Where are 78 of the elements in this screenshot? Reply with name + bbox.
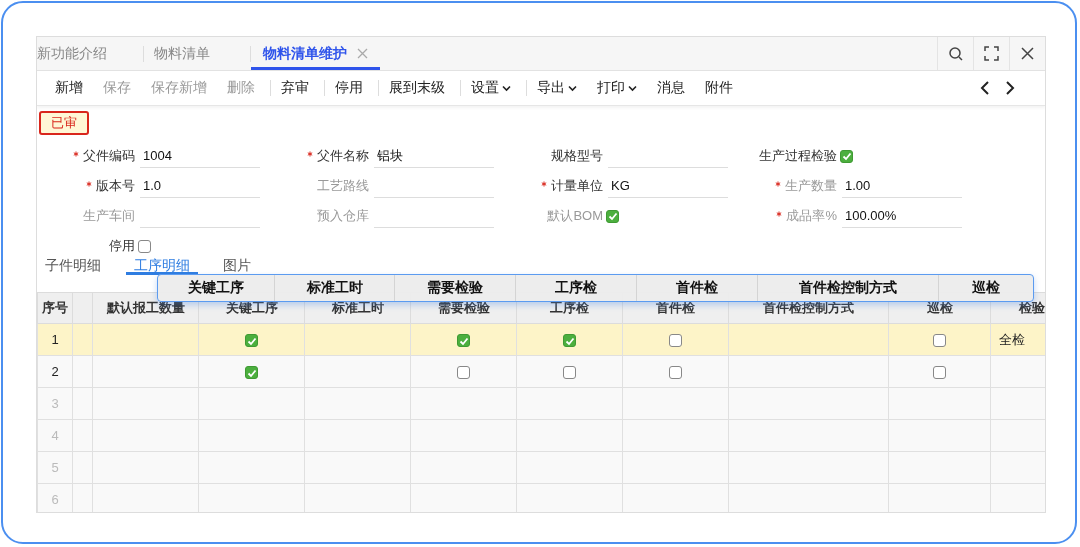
checkbox[interactable] [563, 334, 576, 348]
toolbar-button[interactable]: 消息 [647, 73, 695, 103]
checkbox[interactable] [933, 334, 946, 348]
field-label: 工艺路线 [317, 177, 369, 195]
column-header: 需要检验 [437, 300, 490, 315]
column-header: 序号 [42, 300, 68, 315]
toolbar-button[interactable]: 停用 [325, 73, 379, 103]
column-header: 首件检控制方式 [763, 300, 854, 315]
checkbox[interactable] [138, 239, 151, 253]
field-label: 生产数量 [785, 177, 837, 195]
chevron-right-icon[interactable] [1004, 80, 1015, 96]
field-label: 成品率% [786, 207, 837, 225]
checkbox[interactable] [669, 366, 682, 380]
column-header: 首件检控制方式 [758, 275, 939, 301]
checkbox[interactable] [563, 366, 576, 380]
column-header: 巡检 [971, 278, 1001, 297]
field-label: 预入仓库 [317, 207, 369, 225]
field-label: 生产过程检验 [759, 147, 837, 165]
column-header: 工序检 [550, 300, 589, 315]
detail-tab[interactable]: 工序明细 [126, 252, 198, 275]
field-label: 计量单位 [551, 177, 603, 195]
toolbar-button[interactable]: 打印 [587, 73, 647, 103]
field-label: 生产车间 [83, 207, 135, 225]
toolbar-button[interactable]: 附件 [695, 73, 743, 103]
input-field[interactable]: KG [608, 174, 728, 198]
row-number: 6 [51, 492, 59, 507]
input-field[interactable]: 1004 [140, 144, 260, 168]
column-header: 标准工时 [275, 275, 395, 301]
input-field[interactable]: 1.0 [140, 174, 260, 198]
checkbox[interactable] [840, 149, 853, 163]
column-header: 默认报工数量 [106, 300, 185, 315]
column-header: 首件检 [637, 275, 758, 301]
column-header: 工序检 [516, 275, 637, 301]
input-field[interactable]: 铝块 [374, 144, 494, 168]
chevron-down-icon [502, 84, 511, 92]
selected-row[interactable]: 1 全检 [37, 323, 1045, 356]
column-header: 巡检 [926, 300, 953, 315]
chevron-down-icon [628, 84, 637, 92]
column-header: 检验 [1019, 300, 1045, 315]
row-number: 3 [51, 396, 59, 411]
detail-tab[interactable]: 子件明细 [45, 252, 101, 275]
toolbar-button[interactable]: 设置 [461, 73, 527, 103]
checkbox[interactable] [245, 366, 258, 380]
checkbox[interactable] [457, 366, 470, 380]
checkbox[interactable] [669, 334, 682, 348]
column-header: 首件检 [656, 300, 695, 315]
field-label: 父件编码 [83, 147, 135, 165]
chevron-down-icon [568, 84, 577, 92]
detail-tab[interactable]: 图片 [223, 252, 251, 275]
column-drag-tooltip[interactable]: 关键工序 标准工时 需要检验 工序检 首件检 首件检控制方式 巡检 [157, 274, 1034, 302]
status-badge: 已审 [39, 111, 89, 135]
field-label: 父件名称 [317, 147, 369, 165]
field-label: 规格型号 [551, 147, 603, 165]
checkbox[interactable] [457, 334, 470, 348]
checkbox[interactable] [933, 366, 946, 380]
checkbox[interactable] [245, 334, 258, 348]
column-header: 需要检验 [395, 275, 516, 301]
row-number: 2 [51, 364, 59, 379]
toolbar-button[interactable]: 导出 [527, 73, 587, 103]
table-cell: 全检 [999, 331, 1025, 347]
toolbar-button[interactable]: 弃审 [271, 73, 325, 103]
column-header: 关键工序 [158, 275, 275, 301]
chevron-left-icon[interactable] [979, 80, 990, 96]
field-label: 停用 [109, 237, 135, 255]
column-header: 关键工序 [225, 300, 278, 315]
row-number: 1 [51, 332, 59, 347]
row-number: 5 [51, 460, 59, 475]
close-icon[interactable] [1020, 46, 1035, 61]
field-label: 版本号 [96, 177, 135, 195]
toolbar-button[interactable]: 展到末级 [379, 73, 461, 103]
field-label: 默认BOM [547, 207, 603, 225]
column-header: 标准工时 [331, 300, 384, 315]
search-icon[interactable] [948, 46, 963, 61]
window-tab[interactable]: 物料清单维护 [251, 37, 380, 70]
toolbar-button[interactable]: 新增 [45, 73, 93, 103]
row-number: 4 [51, 428, 59, 443]
window-tab[interactable]: 物料清单 [144, 37, 250, 70]
fullscreen-icon[interactable] [984, 46, 999, 61]
